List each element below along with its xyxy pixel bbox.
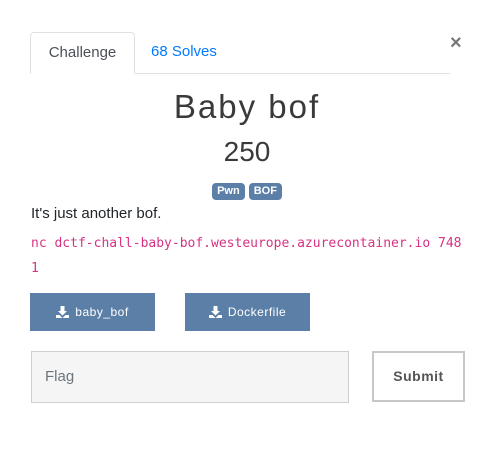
download-label: Dockerfile xyxy=(227,305,287,319)
connection-command: nc dctf-chall-baby-bof.westeurope.azurec… xyxy=(31,236,462,276)
tag-badge: BOF xyxy=(248,183,282,200)
download-dockerfile-button[interactable]: Dockerfile xyxy=(185,293,310,331)
tag-badge: Pwn xyxy=(212,183,245,200)
flag-input[interactable]: Flag xyxy=(31,351,349,403)
download-label: baby_bof xyxy=(75,305,129,319)
download-icon xyxy=(208,306,222,318)
tab-solves[interactable]: 68 Solves xyxy=(135,32,233,74)
submit-button[interactable]: Submit xyxy=(372,351,465,402)
download-baby-bof-button[interactable]: baby_bof xyxy=(30,293,155,331)
tab-challenge[interactable]: Challenge xyxy=(30,32,135,74)
challenge-tags: Pwn BOF xyxy=(0,183,494,200)
challenge-points: 250 xyxy=(223,136,271,167)
close-icon[interactable]: × xyxy=(450,33,462,53)
challenge-description: It's just another bof. xyxy=(31,205,162,222)
download-icon xyxy=(56,306,70,318)
challenge-tabs: Challenge 68 Solves xyxy=(30,32,450,74)
challenge-title: Baby bof xyxy=(173,88,321,125)
